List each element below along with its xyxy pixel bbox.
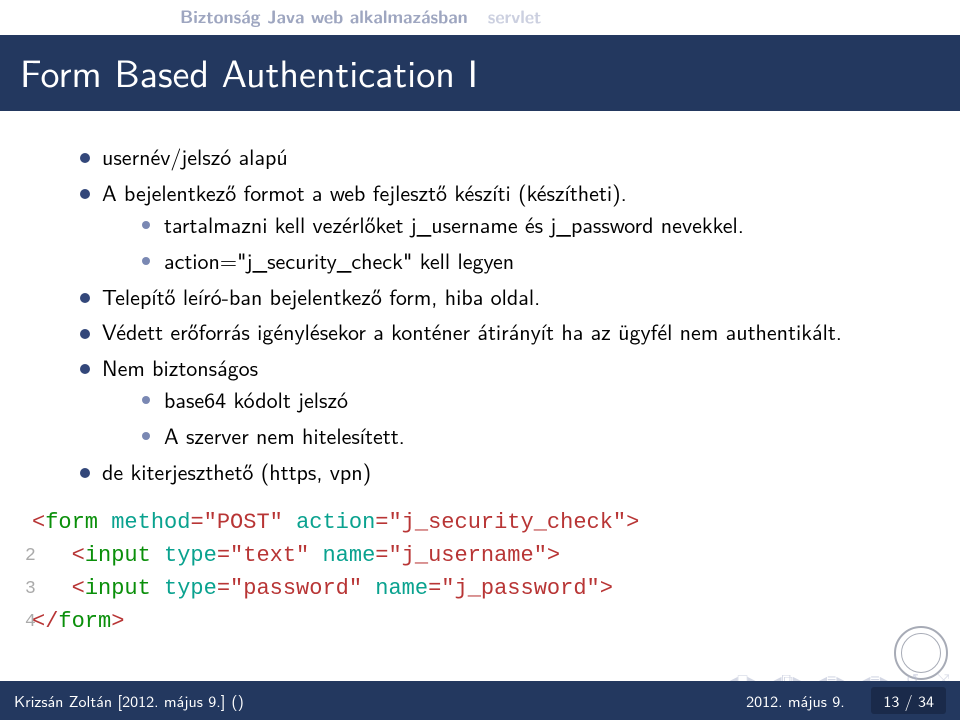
list-item: A bejelentkező formot a web fejlesztő ké…	[80, 177, 930, 277]
list-item: de kiterjeszthető (https, vpn)	[80, 456, 930, 488]
title-bar: Form Based Authentication I	[0, 35, 960, 111]
list-item: A szerver nem hitelesített.	[142, 420, 930, 452]
line-number: 2	[25, 543, 26, 570]
list-item: Telepítő leíró-ban bejelentkező form, hi…	[80, 281, 930, 313]
list-item: Nem biztonságos base64 kódolt jelszó A s…	[80, 352, 930, 452]
list-item-label: Nem biztonságos	[102, 351, 258, 383]
breadcrumb: Biztonság Java web alkalmazásban servlet	[0, 0, 960, 35]
nav-tab-main[interactable]: Biztonság Java web alkalmazásban	[180, 4, 468, 29]
footer-author: Krizsán Zoltán [2012. május 9.]	[14, 689, 225, 712]
line-number: 3	[25, 576, 26, 603]
list-item-label: A bejelentkező formot a web fejlesztő ké…	[102, 176, 627, 208]
footer-parens: ()	[231, 689, 243, 712]
list-item: action="j_security_check" kell legyen	[142, 245, 930, 277]
list-item: tartalmazni kell vezérlőket j_username é…	[142, 209, 930, 241]
footer-date: 2012. május 9.	[746, 689, 845, 712]
nav-tab-section[interactable]: servlet	[488, 4, 542, 29]
page-counter: 13 / 34	[871, 687, 946, 714]
slide-title: Form Based Authentication I	[20, 43, 940, 99]
code-block: <form method="POST" action="j_security_c…	[25, 506, 930, 638]
footer-bar: Krizsán Zoltán [2012. május 9.] () 2012.…	[0, 681, 960, 720]
line-number	[25, 510, 26, 537]
line-number: 4	[25, 609, 26, 636]
list-item: usernév/jelszó alapú	[80, 141, 930, 173]
list-item: Védett erőforrás igénylésekor a konténer…	[80, 316, 930, 348]
slide-body: usernév/jelszó alapú A bejelentkező form…	[0, 111, 960, 638]
list-item: base64 kódolt jelszó	[142, 384, 930, 416]
